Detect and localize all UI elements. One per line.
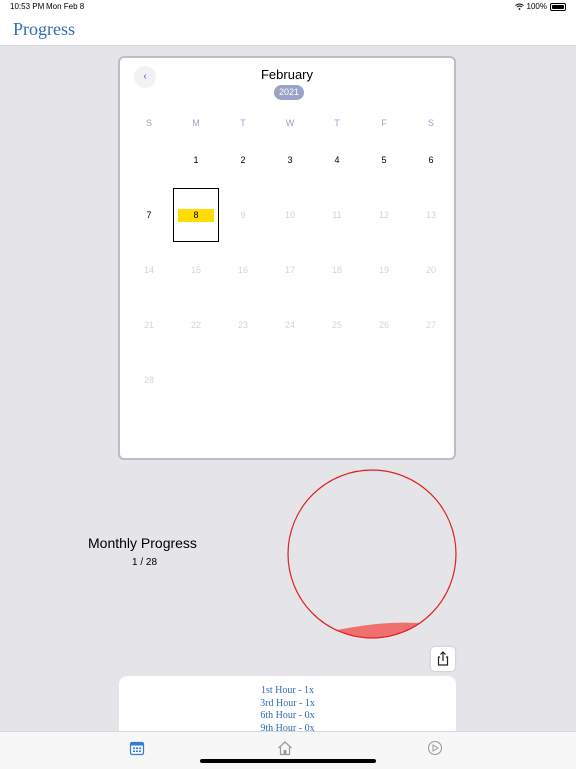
calendar-day[interactable]: 7 (126, 188, 172, 242)
today-highlight: 8 (178, 209, 214, 222)
progress-circle-fill (288, 622, 456, 638)
battery-icon (550, 2, 566, 11)
progress-circle (287, 469, 457, 639)
progress-circle-outline (287, 469, 457, 639)
home-icon[interactable] (277, 740, 293, 756)
calendar-day[interactable]: 26 (361, 298, 407, 352)
weekday-label: T (240, 118, 246, 128)
calendar-day[interactable]: 10 (267, 188, 313, 242)
battery-percent: 100% (526, 2, 547, 11)
calendar-icon[interactable] (129, 740, 145, 756)
compass-icon[interactable] (427, 740, 443, 756)
calendar-day[interactable]: 24 (267, 298, 313, 352)
share-icon (437, 651, 449, 666)
hour-item: 1st Hour - 1x (260, 685, 315, 696)
weekday-label: F (381, 118, 387, 128)
page-title: Progress (13, 19, 75, 39)
calendar-day[interactable]: 3 (267, 133, 313, 187)
calendar-day[interactable]: 17 (267, 243, 313, 297)
calendar-day[interactable]: 5 (361, 133, 407, 187)
calendar-day[interactable]: 2 (220, 133, 266, 187)
tab-bar (0, 731, 576, 769)
calendar-day[interactable]: 23 (220, 298, 266, 352)
calendar-year-badge: 2021 (274, 85, 304, 100)
calendar-day[interactable]: 28 (126, 353, 172, 407)
calendar-day[interactable]: 4 (314, 133, 360, 187)
monthly-progress-count: 1 / 28 (132, 557, 158, 568)
weekday-label: S (427, 118, 434, 128)
status-date: Mon Feb 8 (46, 2, 85, 11)
share-button[interactable] (431, 647, 455, 671)
calendar-day[interactable]: 27 (408, 298, 454, 352)
calendar-day[interactable]: 13 (408, 188, 454, 242)
calendar-day[interactable]: 18 (314, 243, 360, 297)
hours-list: 1st Hour - 1x 3rd Hour - 1x 6th Hour - 0… (119, 676, 456, 736)
navigation-bar: Progress (0, 14, 576, 46)
calendar-day[interactable]: 1 (173, 133, 219, 187)
status-bar: 10:53 PM Mon Feb 8 100% (0, 0, 576, 14)
weekday-label: T (334, 118, 340, 128)
calendar-day[interactable]: 20 (408, 243, 454, 297)
calendar-day[interactable]: 25 (314, 298, 360, 352)
status-time: 10:53 PM (10, 2, 45, 11)
calendar-day[interactable]: 16 (220, 243, 266, 297)
weekday-label: M (192, 118, 200, 128)
calendar-day[interactable]: 11 (314, 188, 360, 242)
calendar-day[interactable]: 6 (408, 133, 454, 187)
hour-item: 3rd Hour - 1x (260, 697, 315, 709)
weekday-label: W (285, 118, 295, 128)
weekday-header: SMTWTFS (120, 118, 454, 130)
calendar-day[interactable]: 9 (220, 188, 266, 242)
calendar-day[interactable]: 21 (126, 298, 172, 352)
calendar-day[interactable]: 22 (173, 298, 219, 352)
calendar-day[interactable]: 12 (361, 188, 407, 242)
calendar-day[interactable]: 15 (173, 243, 219, 297)
weekday-label: S (145, 118, 152, 128)
calendar-day[interactable]: 14 (126, 243, 172, 297)
calendar: ‹ February 2021 SMTWTFS 1 2 3 4 5 6 7 8 9 10 11 12 1… (118, 56, 456, 460)
hour-item: 6th Hour - 0x (260, 710, 315, 721)
home-indicator (200, 759, 376, 763)
calendar-month: February (260, 67, 314, 82)
calendar-day-today[interactable]: 8 (173, 188, 219, 242)
calendar-day[interactable]: 19 (361, 243, 407, 297)
status-right: 100% (514, 2, 566, 11)
monthly-progress-title: Monthly Progress (88, 535, 197, 551)
wifi-icon (514, 3, 524, 10)
